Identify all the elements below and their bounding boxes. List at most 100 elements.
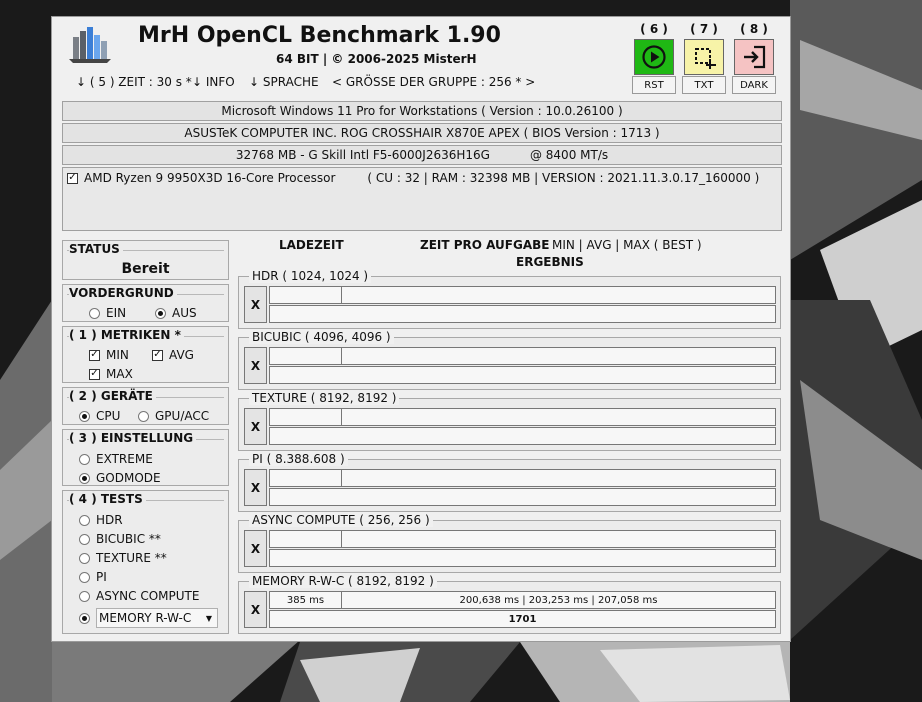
radio-button[interactable]	[79, 514, 90, 526]
test-option-bicubic[interactable]: BICUBIC **	[79, 532, 161, 546]
device-list: ✓ AMD Ryzen 9 9950X3D 16-Core Processor …	[62, 167, 782, 231]
option-label: BICUBIC **	[96, 532, 161, 546]
radio-button[interactable]	[79, 552, 90, 564]
option-label: TEXTURE **	[96, 551, 167, 565]
option-label: AVG	[169, 348, 194, 362]
geraete-header: ( 2 ) GERÄTE	[69, 389, 156, 403]
memory-test-select[interactable]: MEMORY R-W-C ▼	[96, 608, 218, 628]
result-memory: MEMORY R-W-C ( 8192, 8192 ) X 385 ms 200…	[238, 574, 781, 634]
test-option-hdr[interactable]: HDR	[79, 513, 123, 527]
dark-button[interactable]	[734, 39, 774, 75]
metric-avg[interactable]: ✓ AVG	[152, 348, 194, 362]
option-label: MEMORY R-W-C	[99, 611, 192, 625]
status-group: STATUS Bereit	[62, 240, 229, 280]
time-cell	[341, 530, 776, 548]
option-label: MIN	[106, 348, 129, 362]
menu-groesse[interactable]: < GRÖSSE DER GRUPPE : 256 * >	[332, 75, 535, 89]
board-info: ASUSTeK COMPUTER INC. ROG CROSSHAIR X870…	[62, 123, 782, 143]
dark-label[interactable]: DARK	[732, 76, 776, 94]
sign-in-icon	[744, 45, 766, 69]
time-cell	[341, 286, 776, 304]
result-cell	[269, 305, 776, 323]
col-zeit: ZEIT PRO AUFGABE	[420, 238, 550, 252]
col-ergebnis: ERGEBNIS	[516, 255, 584, 269]
vordergrund-option-aus[interactable]: AUS	[155, 306, 197, 320]
option-label: EXTREME	[96, 452, 153, 466]
radio-button[interactable]	[89, 307, 100, 319]
result-pi: PI ( 8.388.608 ) X	[238, 452, 781, 512]
run-test-button[interactable]: X	[244, 530, 267, 567]
run-test-button[interactable]: X	[244, 286, 267, 323]
radio-button[interactable]	[79, 571, 90, 583]
load-time-cell	[269, 530, 342, 548]
device-checkbox[interactable]: ✓	[67, 172, 78, 184]
checkbox[interactable]: ✓	[89, 368, 100, 380]
run-test-button[interactable]: X	[244, 347, 267, 384]
menu-info[interactable]: ↓ INFO	[192, 75, 235, 89]
rst-label[interactable]: RST	[632, 76, 676, 94]
test-option-async[interactable]: ASYNC COMPUTE	[79, 589, 199, 603]
radio-button[interactable]	[79, 472, 90, 484]
test-option-texture[interactable]: TEXTURE **	[79, 551, 167, 565]
result-title: ASYNC COMPUTE ( 256, 256 )	[249, 513, 433, 527]
checkbox[interactable]: ✓	[152, 349, 163, 361]
result-hdr: HDR ( 1024, 1024 ) X	[238, 269, 781, 329]
cpu-details: ( CU : 32 | RAM : 32398 MB | VERSION : 2…	[367, 171, 760, 185]
radio-button[interactable]	[79, 590, 90, 602]
option-label: CPU	[96, 409, 121, 423]
option-label: AUS	[172, 306, 197, 320]
rst-button[interactable]	[634, 39, 674, 75]
einstellung-option-extreme[interactable]: EXTREME	[79, 452, 153, 466]
test-option-memory[interactable]: MEMORY R-W-C ▼	[79, 608, 218, 628]
txt-label[interactable]: TXT	[682, 76, 726, 94]
time-cell: 200,638 ms | 203,253 ms | 207,058 ms	[341, 591, 776, 609]
menu-zeit[interactable]: ↓ ( 5 ) ZEIT : 30 s *	[76, 75, 192, 89]
menu-sprache[interactable]: ↓ SPRACHE	[249, 75, 319, 89]
result-title: TEXTURE ( 8192, 8192 )	[249, 391, 400, 405]
option-label: EIN	[106, 306, 127, 320]
metric-max[interactable]: ✓ MAX	[89, 367, 133, 381]
radio-button[interactable]	[79, 612, 90, 624]
toolbar-num-dark: ( 8 )	[740, 22, 768, 36]
run-test-button[interactable]: X	[244, 408, 267, 445]
metriken-header: ( 1 ) METRIKEN *	[69, 328, 184, 342]
toolbar-num-rst: ( 6 )	[640, 22, 668, 36]
checkbox[interactable]: ✓	[89, 349, 100, 361]
radio-button[interactable]	[155, 307, 166, 319]
geraet-option-gpu[interactable]: GPU/ACC	[138, 409, 209, 423]
run-test-button[interactable]: X	[244, 591, 267, 628]
status-value: Bereit	[121, 261, 170, 277]
result-title: BICUBIC ( 4096, 4096 )	[249, 330, 394, 344]
time-cell	[341, 469, 776, 487]
result-title: HDR ( 1024, 1024 )	[249, 269, 372, 283]
radio-button[interactable]	[79, 453, 90, 465]
geraet-option-cpu[interactable]: CPU	[79, 409, 120, 423]
result-texture: TEXTURE ( 8192, 8192 ) X	[238, 391, 781, 451]
radio-button[interactable]	[79, 410, 90, 422]
option-label: MAX	[106, 367, 133, 381]
col-ladezeit: LADEZEIT	[279, 238, 344, 252]
option-label: PI	[96, 570, 107, 584]
device-item-cpu[interactable]: ✓ AMD Ryzen 9 9950X3D 16-Core Processor …	[67, 171, 759, 185]
chevron-down-icon[interactable]: ▼	[206, 614, 217, 623]
result-title: PI ( 8.388.608 )	[249, 452, 348, 466]
test-option-pi[interactable]: PI	[79, 570, 107, 584]
option-label: ASYNC COMPUTE	[96, 589, 200, 603]
run-test-button[interactable]: X	[244, 469, 267, 506]
time-cell	[341, 347, 776, 365]
result-cell: 1701	[269, 610, 776, 628]
option-label: GPU/ACC	[155, 409, 210, 423]
radio-button[interactable]	[138, 410, 149, 422]
radio-button[interactable]	[79, 533, 90, 545]
txt-button[interactable]	[684, 39, 724, 75]
vordergrund-option-ein[interactable]: EIN	[89, 306, 126, 320]
load-time-cell: 385 ms	[269, 591, 342, 609]
result-bicubic: BICUBIC ( 4096, 4096 ) X	[238, 330, 781, 390]
einstellung-option-godmode[interactable]: GODMODE	[79, 471, 161, 485]
metric-min[interactable]: ✓ MIN	[89, 348, 129, 362]
col-metrics: MIN | AVG | MAX ( BEST )	[552, 238, 702, 252]
result-cell	[269, 488, 776, 506]
metriken-group: ( 1 ) METRIKEN * ✓ MIN ✓ AVG ✓ MAX	[62, 326, 229, 383]
option-label: GODMODE	[96, 471, 161, 485]
einstellung-group: ( 3 ) EINSTELLUNG EXTREME GODMODE	[62, 429, 229, 486]
